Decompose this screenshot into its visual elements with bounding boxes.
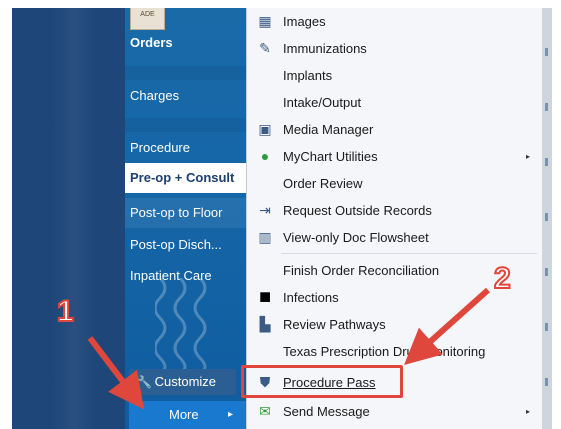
annotation-arrows <box>87 287 490 410</box>
step-number-2: 2 <box>493 261 512 296</box>
arrow-to-more <box>87 336 145 410</box>
step-number-1: 1 <box>56 294 75 329</box>
arrow-to-procedure-pass <box>404 287 490 365</box>
